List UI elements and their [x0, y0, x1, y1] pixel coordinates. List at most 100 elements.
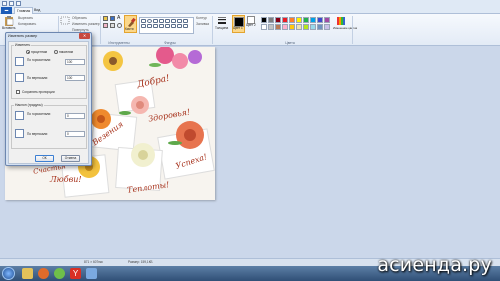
tab-home[interactable]: Главная — [14, 7, 34, 14]
palette-swatch[interactable] — [324, 17, 330, 23]
palette-swatch[interactable] — [275, 24, 281, 30]
undo-icon[interactable] — [16, 1, 21, 6]
oval-shape-icon[interactable] — [147, 19, 152, 23]
polygon-shape-icon[interactable] — [165, 19, 170, 23]
fill-dropdown[interactable]: Заливка — [196, 22, 209, 26]
tab-file[interactable]: ▬ — [1, 7, 12, 14]
percent-radio[interactable] — [26, 50, 30, 54]
select-button[interactable] — [59, 15, 71, 33]
firefox-icon[interactable] — [38, 268, 49, 279]
palette-swatch[interactable] — [317, 17, 323, 23]
palette-swatch[interactable] — [296, 17, 302, 23]
palette-swatch[interactable] — [282, 17, 288, 23]
palette-swatch[interactable] — [289, 17, 295, 23]
skew-v-label: По вертикали: — [27, 132, 49, 136]
colors-group-label: Цвета — [285, 41, 295, 45]
arrow-right-shape-icon[interactable] — [141, 24, 146, 28]
thickness-button[interactable]: Толщина — [215, 15, 229, 33]
palette-swatch[interactable] — [296, 24, 302, 30]
arrow-down-shape-icon[interactable] — [159, 24, 164, 28]
outline-dropdown[interactable]: Контур — [196, 16, 207, 20]
palette-swatch[interactable] — [261, 24, 267, 30]
file-size-text: Размер: 159,1КБ — [128, 260, 153, 264]
star-shape-icon[interactable] — [165, 24, 170, 28]
vertical-label: По вертикали: — [27, 76, 49, 80]
save-icon[interactable] — [9, 1, 14, 6]
skew-fieldset: Наклон (градусы) По горизонтали: 0 По ве… — [11, 103, 87, 149]
palette-swatch[interactable] — [261, 17, 267, 23]
magnifier-icon[interactable] — [117, 23, 122, 28]
watermark-text: асиенда.ру — [377, 254, 492, 276]
horizontal-input[interactable]: 100 — [65, 59, 85, 65]
palette-swatch[interactable] — [282, 24, 288, 30]
palette-swatch[interactable] — [310, 24, 316, 30]
dialog-body: Изменить процентам пикселям По горизонта… — [8, 41, 89, 164]
vertical-skew-icon — [15, 129, 24, 138]
explorer-icon[interactable] — [22, 268, 33, 279]
palette-swatch[interactable] — [324, 24, 330, 30]
palette-swatch[interactable] — [268, 24, 274, 30]
keep-ratio-checkbox[interactable] — [16, 90, 20, 94]
edit-colors-button[interactable]: Изменение цветов — [333, 15, 357, 33]
rounded-rect-shape-icon[interactable] — [159, 19, 164, 23]
tab-view[interactable]: Вид — [32, 7, 42, 14]
chrome-icon[interactable] — [54, 268, 65, 279]
eraser-icon[interactable] — [103, 23, 108, 28]
resize-button[interactable]: Изменить размер — [72, 22, 100, 26]
tools-group-label: Инструменты — [108, 41, 130, 45]
thickness-icon — [218, 17, 226, 24]
pixels-radio[interactable] — [54, 50, 58, 54]
lightning-shape-icon[interactable] — [183, 24, 188, 28]
skew-h-label: По горизонтали: — [27, 112, 52, 116]
arrow-up-shape-icon[interactable] — [153, 24, 158, 28]
palette-swatch[interactable] — [275, 17, 281, 23]
crop-button[interactable]: Обрезать — [72, 16, 87, 20]
palette-swatch[interactable] — [268, 17, 274, 23]
color2-button[interactable]: Цвет 2 — [246, 15, 258, 33]
rainbow-palette-icon — [337, 17, 345, 25]
pencil-icon[interactable] — [103, 16, 108, 21]
rectangle-shape-icon[interactable] — [153, 19, 158, 23]
ok-button[interactable]: ОК — [35, 155, 54, 162]
brushes-button[interactable]: Кисти — [124, 15, 137, 33]
color-picker-icon[interactable] — [110, 23, 115, 28]
resize-group-title: Изменить — [14, 43, 32, 47]
text-icon[interactable]: A — [117, 16, 122, 21]
start-button[interactable] — [2, 267, 15, 280]
yandex-icon[interactable]: Y — [70, 268, 81, 279]
resize-fieldset: Изменить процентам пикселям По горизонта… — [11, 43, 87, 99]
palette-swatch[interactable] — [303, 17, 309, 23]
line-shape-icon[interactable] — [141, 19, 146, 23]
palette-swatch[interactable] — [310, 17, 316, 23]
pixels-label: пикселям — [59, 50, 73, 54]
skew-h-input[interactable]: 0 — [65, 113, 85, 119]
arrow-left-shape-icon[interactable] — [147, 24, 152, 28]
cut-button[interactable]: Вырезать — [18, 16, 33, 20]
shapes-gallery[interactable] — [139, 17, 194, 34]
paste-button[interactable]: Вставить — [2, 15, 16, 33]
callout-shape-icon[interactable] — [171, 24, 176, 28]
shapes-group-label: Фигуры — [164, 41, 176, 45]
palette-swatch[interactable] — [289, 24, 295, 30]
fill-bucket-icon[interactable] — [110, 16, 115, 21]
diamond-shape-icon[interactable] — [177, 19, 182, 23]
horizontal-resize-icon — [15, 57, 24, 66]
pentagon-shape-icon[interactable] — [183, 19, 188, 23]
heart-shape-icon[interactable] — [177, 24, 182, 28]
palette-swatch[interactable] — [317, 24, 323, 30]
skew-v-input[interactable]: 0 — [65, 131, 85, 137]
cancel-button[interactable]: Отмена — [61, 155, 80, 162]
copy-button[interactable]: Копировать — [18, 22, 36, 26]
ribbon-tabs: ▬ Главная Вид — [0, 7, 500, 14]
separator — [212, 16, 213, 44]
keep-ratio-label: Сохранять пропорции — [22, 90, 55, 94]
resize-dialog: Изменить размер ✕ Изменить процентам пик… — [5, 32, 92, 166]
palette-swatch[interactable] — [303, 24, 309, 30]
close-button[interactable]: ✕ — [79, 33, 90, 39]
paint-taskbar-icon[interactable] — [86, 268, 97, 279]
vertical-input[interactable]: 100 — [65, 75, 85, 81]
separator — [100, 16, 101, 44]
paint-app-icon[interactable] — [2, 1, 7, 6]
triangle-shape-icon[interactable] — [171, 19, 176, 23]
color1-button[interactable]: Цвет 1 — [232, 15, 245, 33]
